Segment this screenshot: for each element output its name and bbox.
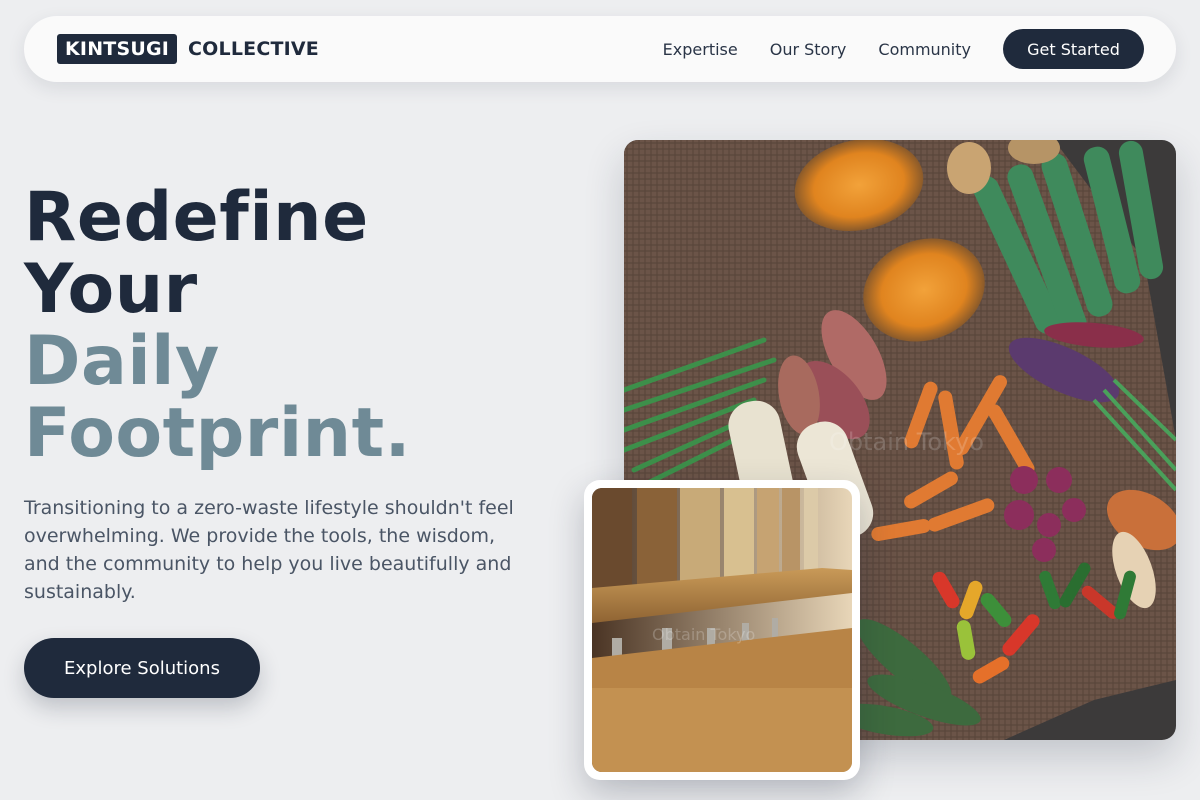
- headline-line-2: Your: [24, 250, 198, 329]
- nav-links: Expertise Our Story Community Get Starte…: [663, 29, 1144, 69]
- headline-line-1: Redefine: [24, 178, 369, 257]
- logo[interactable]: KINTSUGI COLLECTIVE: [57, 34, 319, 64]
- hero-headline: Redefine Your Daily Footprint.: [24, 182, 584, 470]
- small-image-watermark: Obtain Tokyo: [652, 625, 755, 644]
- explore-solutions-button[interactable]: Explore Solutions: [24, 638, 260, 698]
- logo-text: COLLECTIVE: [188, 38, 319, 60]
- bulk-store-image-card: Obtain Tokyo: [584, 480, 860, 780]
- headline-line-4: Footprint.: [24, 394, 411, 473]
- get-started-button[interactable]: Get Started: [1003, 29, 1144, 69]
- logo-mark: KINTSUGI: [57, 34, 178, 64]
- hero-subtitle: Transitioning to a zero-waste lifestyle …: [24, 497, 514, 603]
- bulk-store-image: Obtain Tokyo: [592, 488, 852, 772]
- page: KINTSUGI COLLECTIVE Expertise Our Story …: [0, 0, 1200, 800]
- top-navbar: KINTSUGI COLLECTIVE Expertise Our Story …: [24, 16, 1176, 82]
- headline-line-3: Daily: [24, 322, 220, 401]
- nav-link-our-story[interactable]: Our Story: [770, 40, 847, 59]
- nav-link-expertise[interactable]: Expertise: [663, 40, 738, 59]
- main-image-watermark: Obtain Tokyo: [829, 428, 984, 456]
- nav-link-community[interactable]: Community: [878, 40, 971, 59]
- bulk-dispensers-illustration: Obtain Tokyo: [592, 488, 852, 772]
